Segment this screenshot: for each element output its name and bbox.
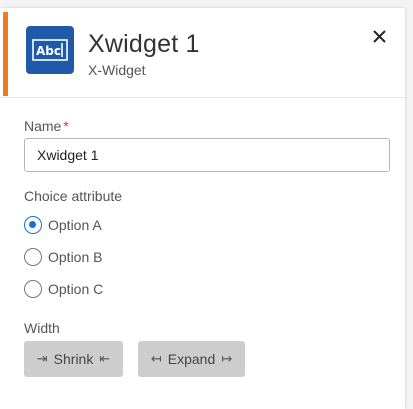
choice-attribute-label: Choice attribute [24,188,123,204]
expand-label: Expand [167,351,216,367]
expand-left-icon: ↤ [150,351,162,367]
close-icon [373,30,386,43]
shrink-left-icon: ⇥ [36,351,48,367]
widget-type-label: X-Widget [88,62,146,78]
radio-button[interactable] [24,280,42,298]
radio-button[interactable] [24,248,42,266]
required-marker: * [63,118,69,134]
shrink-label: Shrink [53,351,94,367]
svg-text:Abc: Abc [36,44,61,58]
radio-label: Option A [48,217,102,233]
name-input[interactable]: Xwidget 1 [24,138,390,172]
panel-header: Abc Xwidget 1 X-Widget [0,8,405,98]
expand-button[interactable]: ↤ Expand ↦ [138,341,245,377]
shrink-right-icon: ⇤ [99,351,111,367]
expand-right-icon: ↦ [221,351,233,367]
close-button[interactable] [371,28,389,46]
page-title: Xwidget 1 [88,30,200,58]
properties-panel: Abc Xwidget 1 X-Widget Name * Xwidget 1 C… [0,8,405,409]
text-widget-icon: Abc [26,26,74,74]
accent-bar [3,12,8,96]
radio-label: Option B [48,249,103,265]
width-label: Width [24,320,60,336]
radio-label: Option C [48,281,104,297]
radio-button[interactable] [24,216,42,234]
name-field-label: Name * [24,118,69,134]
shrink-button[interactable]: ⇥ Shrink ⇤ [24,341,123,377]
